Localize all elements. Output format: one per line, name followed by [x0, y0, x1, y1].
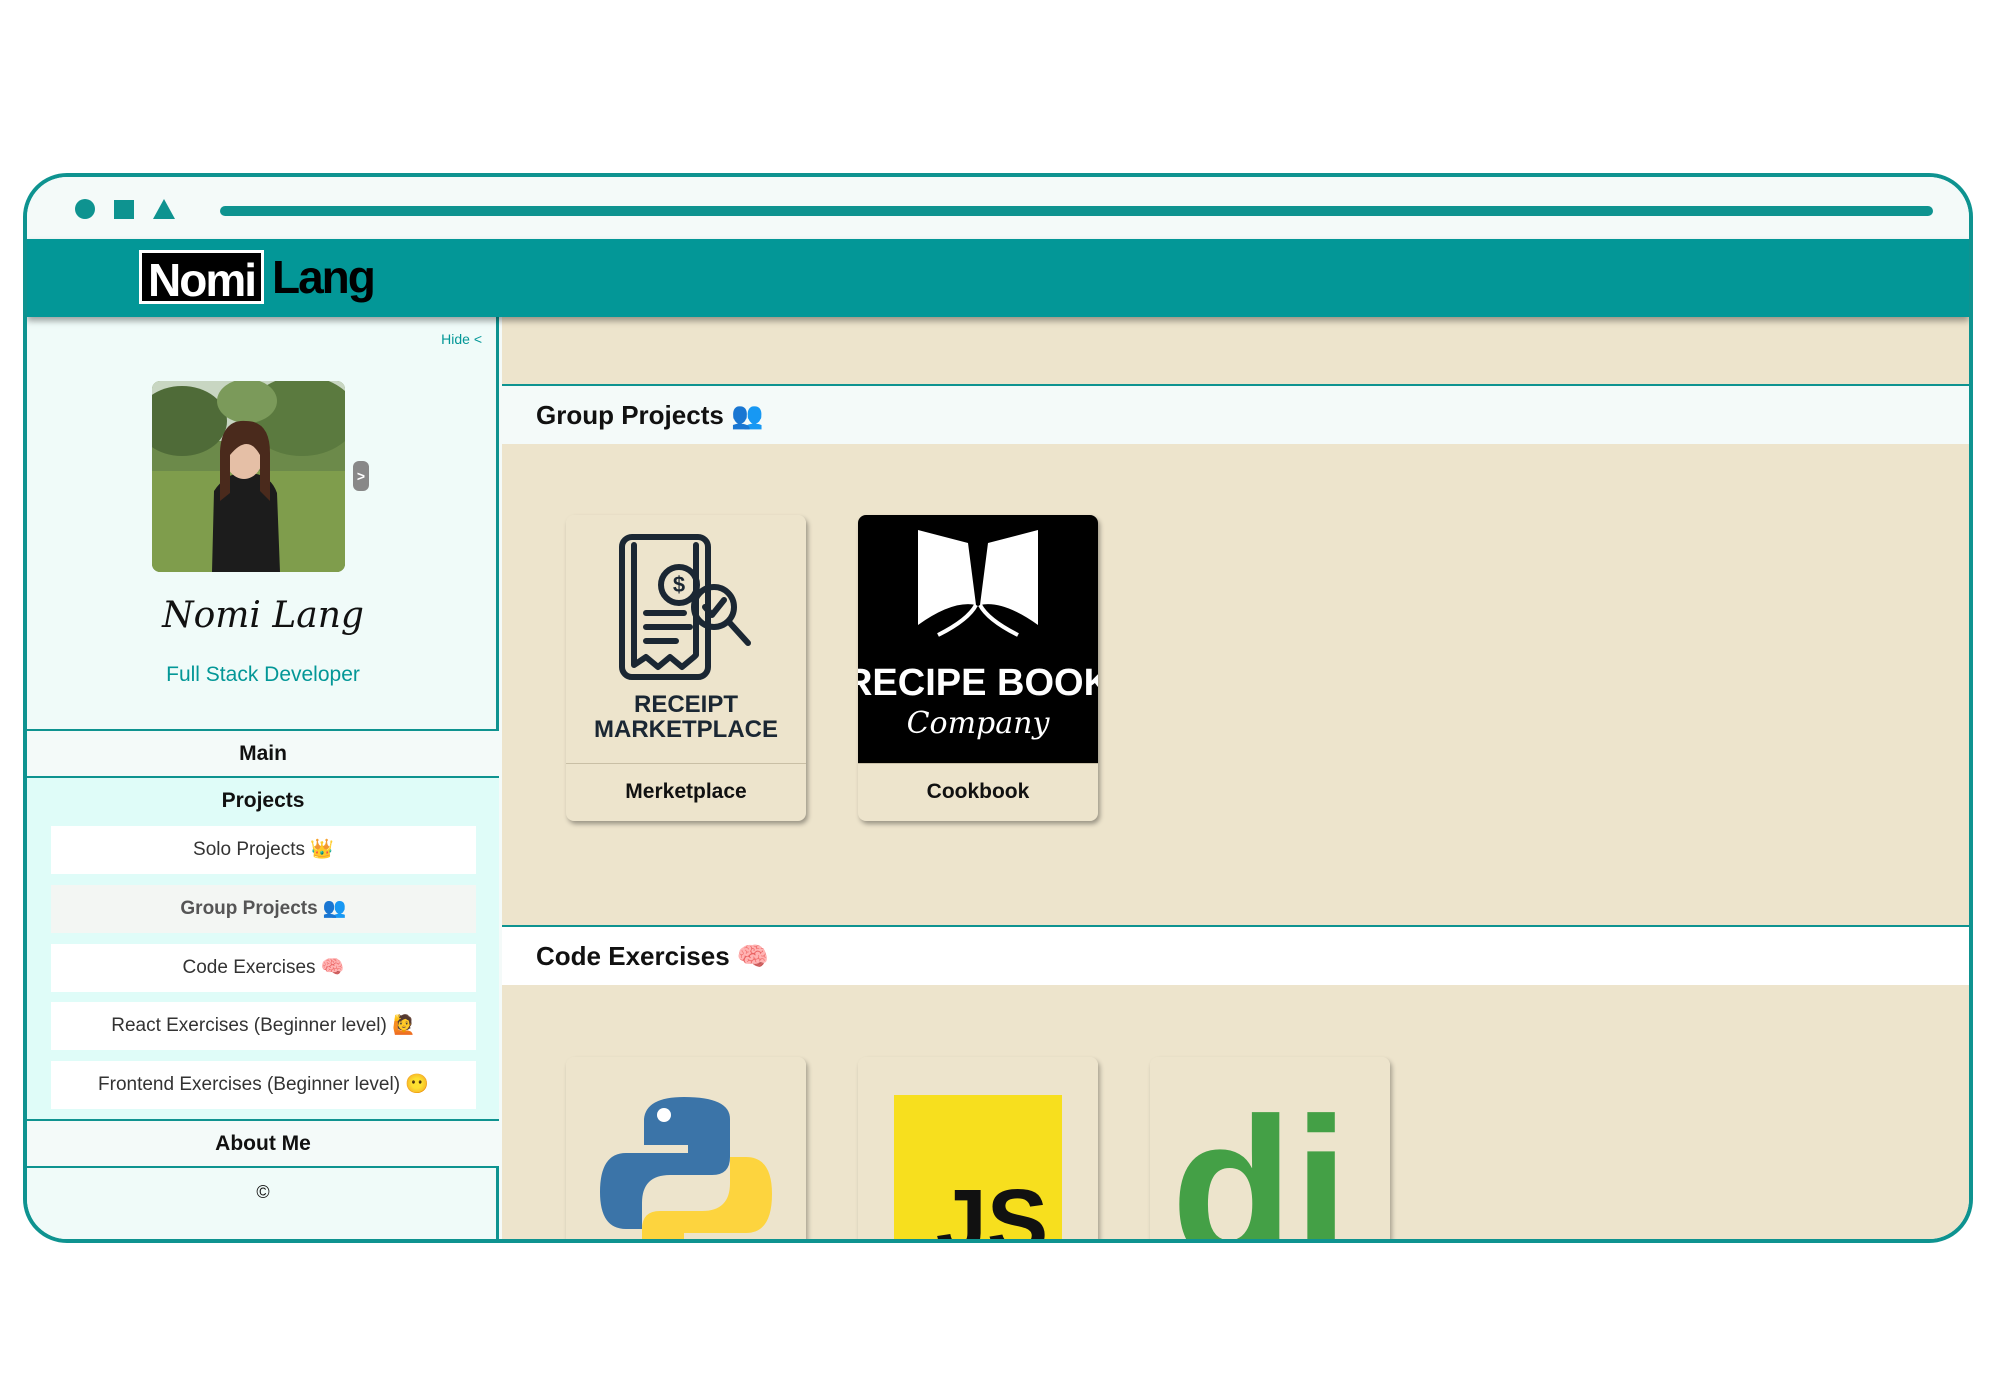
nav-item-main[interactable]: Main — [27, 729, 499, 778]
receipt-marketplace-image: $ RECEIPT MARKETPLACE — [566, 515, 806, 763]
nav-sub-item-group-projects[interactable]: Group Projects 👥 — [51, 885, 476, 933]
project-card-cookbook[interactable]: RECIPE BOOK Company Cookbook — [858, 515, 1098, 821]
exercise-card-javascript[interactable]: JS — [858, 1057, 1098, 1243]
site-header: Nomi Lang — [27, 239, 1969, 317]
profile-name: Nomi Lang — [162, 595, 364, 636]
project-card-label: Cookbook — [858, 763, 1098, 821]
hide-sidebar-link[interactable]: Hide < — [441, 331, 482, 347]
recipe-image-title: RECIPE BOOK — [858, 662, 1098, 704]
exercise-card-python[interactable] — [566, 1057, 806, 1239]
main-content: Group Projects 👥 $ RECEIPT MARKETPLACE M… — [502, 317, 1969, 1243]
site-logo[interactable]: Nomi Lang — [139, 247, 376, 307]
javascript-logo-icon: JS — [858, 1057, 1098, 1243]
js-logo-text: JS — [936, 1171, 1049, 1243]
copyright-text: © — [256, 1182, 270, 1202]
receipt-image-line-1: RECEIPT — [634, 691, 738, 718]
project-card-marketplace[interactable]: $ RECEIPT MARKETPLACE Merketplace — [566, 515, 806, 821]
triangle-icon — [153, 199, 175, 219]
nav-projects-group: Projects Solo Projects 👑 Group Projects … — [27, 778, 499, 1119]
recipe-image-subtitle: Company — [907, 706, 1051, 741]
nav-sub-item-frontend-exercises[interactable]: Frontend Exercises (Beginner level) 😶 — [51, 1061, 476, 1109]
section-title-code-exercises: Code Exercises 🧠 — [502, 925, 1969, 985]
nav-sub-item-react-exercises[interactable]: React Exercises (Beginner level) 🙋 — [51, 1002, 476, 1050]
section-title-group-projects: Group Projects 👥 — [502, 384, 1969, 444]
exercise-card-django[interactable]: dj — [1150, 1057, 1390, 1243]
square-icon — [114, 200, 134, 219]
nav-item-projects[interactable]: Projects — [27, 778, 499, 813]
address-bar[interactable] — [220, 206, 1933, 216]
browser-chrome — [27, 177, 1969, 239]
profile-role: Full Stack Developer — [166, 663, 360, 686]
svg-text:$: $ — [673, 572, 685, 597]
logo-text: Lang — [272, 251, 376, 303]
avatar — [152, 381, 345, 572]
avatar-toggle-button[interactable]: > — [353, 461, 369, 491]
nav-sub-item-code-exercises[interactable]: Code Exercises 🧠 — [51, 944, 476, 992]
nav-item-about-me[interactable]: About Me — [27, 1119, 499, 1168]
nav-sub-item-solo-projects[interactable]: Solo Projects 👑 — [51, 826, 476, 874]
django-logo-text: dj — [1171, 1077, 1349, 1243]
django-logo-icon: dj — [1150, 1057, 1390, 1243]
project-card-label: Merketplace — [566, 763, 806, 821]
python-logo-icon — [566, 1057, 806, 1239]
browser-frame: Nomi Lang Hide < > Nomi Lang Full Stack … — [23, 173, 1973, 1243]
circle-icon — [75, 199, 95, 219]
sidebar: Hide < > Nomi Lang Full Stack Developer … — [27, 317, 499, 1239]
logo-box-text: Nomi — [139, 250, 264, 306]
profile-photo — [152, 381, 345, 572]
recipe-book-image: RECIPE BOOK Company — [858, 515, 1098, 763]
receipt-image-line-2: MARKETPLACE — [594, 716, 778, 743]
